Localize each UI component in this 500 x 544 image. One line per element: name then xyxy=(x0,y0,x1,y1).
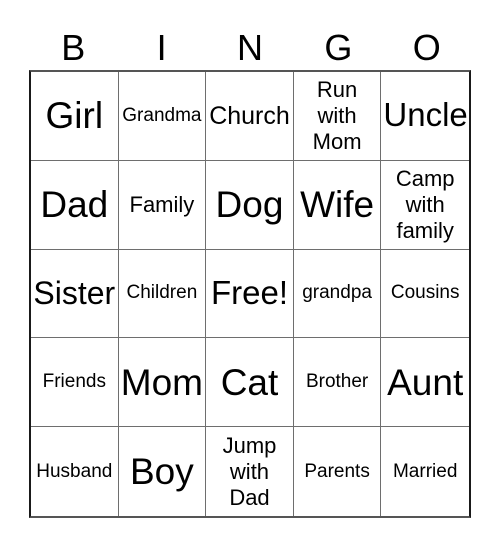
bingo-card: B I N G O Girl Grandma Church Run with Mom U… xyxy=(29,25,471,518)
bingo-cell-label: Husband xyxy=(36,460,113,482)
bingo-cell[interactable]: Grandma xyxy=(118,72,207,161)
bingo-cell-label: Cat xyxy=(220,361,279,403)
bingo-cell-label: Family xyxy=(129,192,195,218)
header-letter-i: I xyxy=(156,26,167,68)
bingo-cell[interactable]: Husband xyxy=(31,427,119,516)
bingo-cell[interactable]: Run with Mom xyxy=(293,72,382,161)
bingo-cell[interactable]: Church xyxy=(206,72,294,161)
bingo-cell[interactable]: Dad xyxy=(31,160,119,250)
bingo-cell-label: Dad xyxy=(40,184,109,226)
bingo-cell[interactable]: Cousins xyxy=(381,249,469,339)
bingo-cell-label: Aunt xyxy=(387,361,464,403)
bingo-cell[interactable]: Wife xyxy=(293,160,382,250)
bingo-cell[interactable]: grandpa xyxy=(293,249,382,339)
bingo-cell-label: Jump with Dad xyxy=(222,432,277,510)
bingo-cell[interactable]: Girl xyxy=(31,72,119,161)
bingo-cell-label: Uncle xyxy=(383,96,468,134)
bingo-cell[interactable]: Friends xyxy=(31,338,119,428)
bingo-cell-label: Wife xyxy=(300,184,375,226)
bingo-cell-label: Free! xyxy=(210,274,288,311)
bingo-cell-label: grandpa xyxy=(302,282,372,304)
bingo-cell[interactable]: Married xyxy=(381,427,469,516)
bingo-cell-label: Grandma xyxy=(122,104,202,126)
bingo-cell-label: Sister xyxy=(33,274,116,311)
bingo-cell[interactable]: Parents xyxy=(293,427,382,516)
bingo-cell-label: Camp with family xyxy=(395,165,455,243)
bingo-cell-label: Church xyxy=(209,101,290,130)
bingo-header-row: B I N G O xyxy=(29,25,471,70)
header-letter-o: O xyxy=(412,26,441,68)
header-letter-b: B xyxy=(61,26,86,68)
bingo-cell[interactable]: Camp with family xyxy=(381,160,469,250)
bingo-cell-label: Married xyxy=(392,460,458,482)
bingo-cell[interactable]: Brother xyxy=(293,338,382,428)
bingo-cell[interactable]: Cat xyxy=(206,338,294,428)
bingo-cell-label: Mom xyxy=(120,361,203,403)
bingo-cell-label: Girl xyxy=(45,95,104,137)
bingo-cell-label: Parents xyxy=(304,460,370,482)
bingo-grid: Girl Grandma Church Run with Mom Uncle Dad Fam… xyxy=(29,70,471,518)
bingo-cell[interactable]: Dog xyxy=(206,160,294,250)
bingo-cell[interactable]: Uncle xyxy=(381,72,469,161)
bingo-cell-label: Friends xyxy=(42,371,106,393)
bingo-cell[interactable]: Children xyxy=(118,249,207,339)
bingo-cell[interactable]: Sister xyxy=(31,249,119,339)
bingo-cell[interactable]: Aunt xyxy=(381,338,469,428)
bingo-cell-label: Cousins xyxy=(390,282,460,304)
bingo-cell[interactable]: Mom xyxy=(118,338,207,428)
bingo-cell-label: Boy xyxy=(130,450,194,492)
header-letter-g: G xyxy=(324,26,353,68)
bingo-cell[interactable]: Family xyxy=(118,160,207,250)
bingo-cell-label: Dog xyxy=(215,184,284,226)
bingo-cell-label: Run with Mom xyxy=(312,76,362,154)
bingo-cell[interactable]: Boy xyxy=(118,427,207,516)
bingo-cell-label: Children xyxy=(126,282,198,304)
bingo-cell[interactable]: Free! xyxy=(206,249,294,339)
bingo-cell[interactable]: Jump with Dad xyxy=(206,427,294,516)
bingo-cell-label: Brother xyxy=(305,371,369,393)
header-letter-n: N xyxy=(236,26,263,68)
